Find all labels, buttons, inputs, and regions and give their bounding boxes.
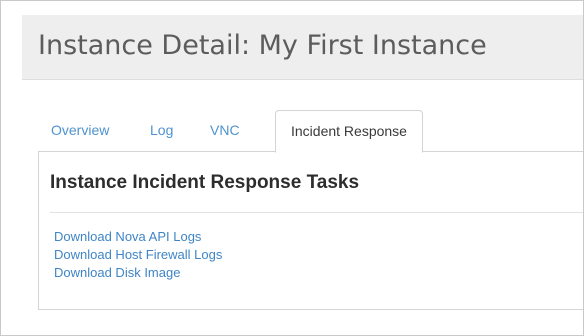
page-header: Instance Detail: My First Instance [22,15,583,80]
download-disk-image-link[interactable]: Download Disk Image [54,265,180,280]
divider [50,212,583,213]
incident-response-panel: Instance Incident Response Tasks Downloa… [38,151,583,310]
download-host-firewall-logs-link[interactable]: Download Host Firewall Logs [54,247,222,262]
window-frame: Instance Detail: My First Instance Overv… [0,0,584,336]
tab-bar: Overview Log VNC Incident Response [38,110,583,153]
panel-title: Instance Incident Response Tasks [50,172,360,193]
tab-log[interactable]: Log [150,110,173,151]
download-nova-api-logs-link[interactable]: Download Nova API Logs [54,229,201,244]
task-link-list: Download Nova API Logs Download Host Fir… [54,228,222,282]
tab-incident-response[interactable]: Incident Response [275,110,423,153]
list-item: Download Host Firewall Logs [54,246,222,264]
tab-overview[interactable]: Overview [51,110,109,151]
list-item: Download Nova API Logs [54,228,222,246]
page-title: Instance Detail: My First Instance [38,30,487,61]
tab-vnc[interactable]: VNC [210,110,240,151]
list-item: Download Disk Image [54,264,222,282]
